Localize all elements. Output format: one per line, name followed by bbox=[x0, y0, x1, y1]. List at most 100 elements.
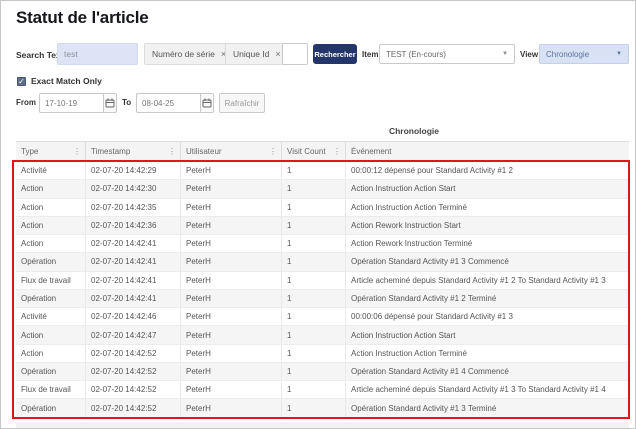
items-dropdown[interactable]: TEST (En-cours) ▼ bbox=[379, 44, 515, 64]
table-row[interactable]: Action 02-07-20 14:42:36 PeterH 1 Action… bbox=[16, 216, 629, 236]
table-row[interactable]: Opération 02-07-20 14:42:41 PeterH 1 Opé… bbox=[16, 253, 629, 272]
cell-type: Opération bbox=[16, 253, 86, 271]
cell-visit-count: 1 bbox=[282, 399, 346, 417]
cell-user: PeterH bbox=[181, 271, 282, 289]
cell-visit-count: 1 bbox=[282, 344, 346, 362]
cell-event: Action Instruction Action Start bbox=[351, 330, 456, 340]
table-row[interactable]: Action 02-07-20 14:42:30 PeterH 1 Action… bbox=[16, 180, 629, 199]
cell-timestamp: 02-07-20 14:42:29 bbox=[86, 162, 181, 180]
cell-timestamp: 02-07-20 14:42:52 bbox=[86, 362, 181, 381]
table-row[interactable]: Opération 02-07-20 14:42:41 PeterH 1 Opé… bbox=[16, 289, 629, 309]
column-header-event[interactable]: Événement bbox=[346, 142, 629, 161]
cell-timestamp: 02-07-20 14:42:41 bbox=[86, 289, 181, 308]
filter-chip-unique-id[interactable]: Unique Id × bbox=[225, 43, 289, 65]
table-row[interactable]: Flux de travail 02-07-20 14:42:41 PeterH… bbox=[16, 271, 629, 290]
view-dropdown[interactable]: Chronologie ▼ bbox=[539, 44, 629, 64]
cell-user: PeterH bbox=[181, 289, 282, 308]
filter-chip-serial-number[interactable]: Numéro de série × bbox=[144, 43, 235, 65]
from-calendar-button[interactable] bbox=[103, 93, 117, 113]
exact-match-label: Exact Match Only bbox=[31, 76, 102, 86]
cell-timestamp: 02-07-20 14:42:36 bbox=[86, 216, 181, 235]
cell-timestamp: 02-07-20 14:42:30 bbox=[86, 180, 181, 198]
refresh-button[interactable]: Rafraîchir bbox=[219, 93, 265, 113]
cell-timestamp: 02-07-20 14:42:41 bbox=[86, 253, 181, 271]
column-header-type[interactable]: Type ⋮ bbox=[16, 142, 86, 161]
from-date-input[interactable] bbox=[39, 93, 103, 113]
cell-user: PeterH bbox=[181, 344, 282, 362]
chevron-down-icon: ▼ bbox=[502, 51, 508, 57]
chip-label: Unique Id bbox=[233, 49, 270, 59]
column-menu-icon[interactable]: ⋮ bbox=[73, 147, 81, 156]
cell-user: PeterH bbox=[181, 308, 282, 326]
cell-type: Opération bbox=[16, 289, 86, 308]
cell-event: Opération Standard Activity #1 3 Commenc… bbox=[351, 257, 509, 267]
cell-timestamp: 02-07-20 14:42:41 bbox=[86, 271, 181, 289]
column-menu-icon[interactable]: ⋮ bbox=[333, 147, 341, 156]
search-button[interactable]: Rechercher bbox=[313, 44, 357, 64]
to-calendar-button[interactable] bbox=[200, 93, 214, 113]
cell-visit-count: 1 bbox=[282, 271, 346, 289]
grid-footer-strip bbox=[16, 422, 629, 428]
cell-visit-count: 1 bbox=[282, 308, 346, 326]
cell-user: PeterH bbox=[181, 198, 282, 216]
search-input[interactable] bbox=[57, 43, 138, 65]
column-menu-icon[interactable]: ⋮ bbox=[168, 147, 176, 156]
cell-user: PeterH bbox=[181, 253, 282, 271]
cell-type: Action bbox=[16, 198, 86, 216]
table-row[interactable]: Opération 02-07-20 14:42:52 PeterH 1 Opé… bbox=[16, 362, 629, 382]
table-row[interactable]: Action 02-07-20 14:42:52 PeterH 1 Action… bbox=[16, 344, 629, 363]
cell-visit-count: 1 bbox=[282, 180, 346, 198]
cell-timestamp: 02-07-20 14:42:52 bbox=[86, 344, 181, 362]
cell-type: Activité bbox=[16, 162, 86, 180]
cell-event: 00:00:06 dépensé pour Standard Activity … bbox=[351, 312, 513, 322]
cell-visit-count: 1 bbox=[282, 253, 346, 271]
exact-match-checkbox[interactable]: ✓ bbox=[17, 77, 26, 86]
cell-user: PeterH bbox=[181, 326, 282, 344]
cell-event: 00:00:12 dépensé pour Standard Activity … bbox=[351, 166, 513, 176]
table-row[interactable]: Action 02-07-20 14:42:35 PeterH 1 Action… bbox=[16, 198, 629, 217]
chip-close-icon[interactable]: × bbox=[275, 49, 280, 59]
table-row[interactable]: Activité 02-07-20 14:42:29 PeterH 1 00:0… bbox=[16, 162, 629, 181]
cell-event: Opération Standard Activity #1 2 Terminé bbox=[351, 293, 497, 303]
cell-timestamp: 02-07-20 14:42:46 bbox=[86, 308, 181, 326]
chevron-down-icon: ▼ bbox=[616, 51, 622, 57]
cell-event: Action Rework Instruction Terminé bbox=[351, 239, 473, 249]
cell-event: Action Instruction Action Terminé bbox=[351, 202, 467, 212]
cell-event: Opération Standard Activity #1 3 Terminé bbox=[351, 403, 497, 413]
cell-visit-count: 1 bbox=[282, 235, 346, 253]
view-label: View bbox=[520, 50, 539, 59]
column-header-timestamp[interactable]: Timestamp ⋮ bbox=[86, 142, 181, 161]
cell-user: PeterH bbox=[181, 362, 282, 381]
cell-type: Action bbox=[16, 216, 86, 235]
cell-visit-count: 1 bbox=[282, 289, 346, 308]
cell-event: Opération Standard Activity #1 4 Commenc… bbox=[351, 367, 509, 377]
cell-timestamp: 02-07-20 14:42:52 bbox=[86, 399, 181, 417]
cell-event: Article acheminé depuis Standard Activit… bbox=[351, 275, 606, 285]
table-row[interactable]: Activité 02-07-20 14:42:46 PeterH 1 00:0… bbox=[16, 308, 629, 327]
cell-user: PeterH bbox=[181, 162, 282, 180]
table-row[interactable]: Flux de travail 02-07-20 14:42:52 PeterH… bbox=[16, 381, 629, 400]
table-header-row: Type ⋮ Timestamp ⋮ Utilisateur ⋮ Visit C… bbox=[16, 141, 629, 162]
column-header-visit-count[interactable]: Visit Count ⋮ bbox=[282, 142, 346, 161]
column-header-user[interactable]: Utilisateur ⋮ bbox=[181, 142, 282, 161]
cell-visit-count: 1 bbox=[282, 326, 346, 344]
filter-add-input[interactable] bbox=[282, 43, 308, 65]
cell-type: Opération bbox=[16, 362, 86, 381]
cell-event: Action Instruction Action Start bbox=[351, 184, 456, 194]
table-row[interactable]: Action 02-07-20 14:42:41 PeterH 1 Action… bbox=[16, 235, 629, 254]
cell-visit-count: 1 bbox=[282, 198, 346, 216]
cell-type: Action bbox=[16, 180, 86, 198]
cell-type: Action bbox=[16, 326, 86, 344]
cell-user: PeterH bbox=[181, 235, 282, 253]
table-row[interactable]: Action 02-07-20 14:42:47 PeterH 1 Action… bbox=[16, 326, 629, 345]
article-status-window: Statut de l'article Search Text Numéro d… bbox=[0, 0, 636, 429]
view-dropdown-value: Chronologie bbox=[546, 49, 590, 59]
grid-title: Chronologie bbox=[388, 126, 440, 136]
column-menu-icon[interactable]: ⋮ bbox=[269, 147, 277, 156]
to-date-input[interactable] bbox=[136, 93, 200, 113]
table-row[interactable]: Opération 02-07-20 14:42:52 PeterH 1 Opé… bbox=[16, 399, 629, 418]
cell-timestamp: 02-07-20 14:42:52 bbox=[86, 381, 181, 399]
cell-type: Flux de travail bbox=[16, 381, 86, 399]
cell-timestamp: 02-07-20 14:42:35 bbox=[86, 198, 181, 216]
cell-user: PeterH bbox=[181, 399, 282, 417]
